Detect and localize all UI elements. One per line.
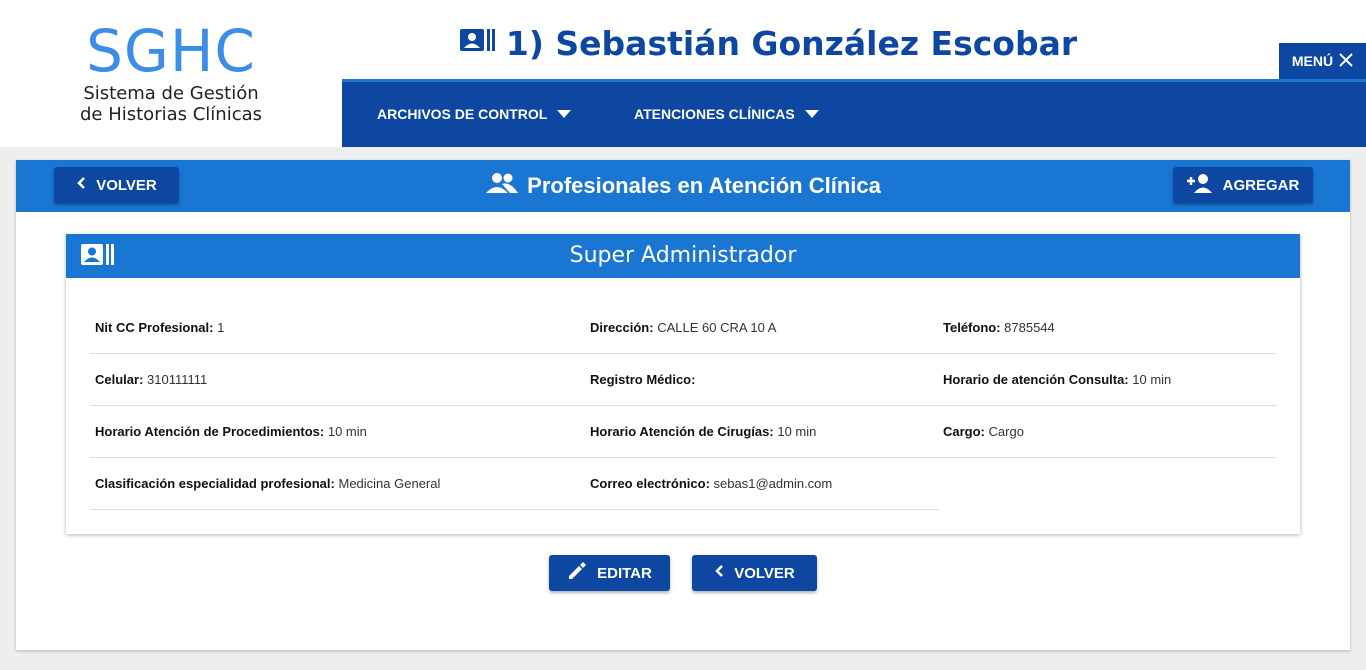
field-label: Registro Médico: [590,372,696,387]
edit-label: EDITAR [597,564,652,582]
main-navbar: ARCHIVOS DE CONTROL ATENCIONES CLÍNICAS [342,79,1366,147]
field-telefono: Teléfono: 8785544 [943,302,1055,354]
logo-subtitle: Sistema de Gestión de Historias Clínicas [0,83,342,125]
caret-down-icon [557,110,572,118]
field-horario-procedimientos: Horario Atención de Procedimientos: 10 m… [95,406,367,458]
close-icon [1339,52,1353,70]
group-icon [485,171,519,201]
field-label: Horario Atención de Cirugías: [590,424,774,439]
field-label: Correo electrónico: [590,476,710,491]
logo-subtitle-line-2: de Historias Clínicas [79,104,263,125]
add-label: AGREGAR [1222,176,1300,194]
field-value: 10 min [777,424,817,439]
field-correo: Correo electrónico: sebas1@admin.com [590,458,832,510]
field-horario-consulta: Horario de atención Consulta: 10 min [943,354,1171,406]
chevron-left-icon [76,176,86,194]
menu-button[interactable]: MENÚ [1279,43,1366,79]
logo-subtitle-line-1: Sistema de Gestión [83,83,259,104]
logo-text: SGHC [86,17,256,85]
field-horario-cirugias: Horario Atención de Cirugías: 10 min [590,406,816,458]
field-value: 310111111 [147,372,208,387]
field-value: Cargo [988,424,1024,439]
field-label: Horario Atención de Procedimientos: [95,424,325,439]
edit-button[interactable]: EDITAR [549,555,670,591]
field-value: CALLE 60 CRA 10 A [657,320,777,335]
field-registro-medico: Registro Médico: [590,354,695,406]
person-add-icon [1186,173,1213,197]
field-label: Teléfono: [943,320,1001,335]
field-direccion: Dirección: CALLE 60 CRA 10 A [590,302,776,354]
field-label: Cargo: [943,424,985,439]
page-title-text: Profesionales en Atención Clínica [527,173,881,198]
field-value: sebas1@admin.com [713,476,833,491]
nav-label: ARCHIVOS DE CONTROL [377,106,548,122]
back-label: VOLVER [734,564,795,582]
back-label: VOLVER [96,176,157,194]
chevron-left-icon [714,564,724,582]
card-header: Super Administrador [66,234,1300,278]
field-especialidad: Clasificación especialidad profesional: … [95,458,440,510]
field-nit: Nit CC Profesional: 1 [95,302,224,354]
field-cargo: Cargo: Cargo [943,406,1024,458]
field-label: Nit CC Profesional: [95,320,214,335]
caret-down-icon [804,110,819,118]
back-button-top[interactable]: VOLVER [54,167,179,203]
contact-card-icon [81,244,115,271]
field-value: Medicina General [338,476,441,491]
patient-heading: 1) Sebastián González Escobar [342,20,1195,66]
professional-card: Super Administrador Nit CC Profesional: … [66,234,1300,534]
pencil-icon [567,561,587,585]
nav-atenciones-clinicas[interactable]: ATENCIONES CLÍNICAS [634,106,819,122]
field-label: Horario de atención Consulta: [943,372,1129,387]
field-label: Dirección: [590,320,654,335]
row-divider [90,509,939,510]
field-label: Clasificación especialidad profesional: [95,476,335,491]
field-value: 8785544 [1004,320,1055,335]
main-panel: Profesionales en Atención Clínica VOLVER… [16,160,1350,650]
field-value: 1 [217,320,225,335]
add-button[interactable]: AGREGAR [1173,167,1313,203]
nav-archivos-de-control[interactable]: ARCHIVOS DE CONTROL [377,106,572,122]
logo[interactable]: SGHC Sistema de Gestión de Historias Clí… [0,0,342,147]
menu-label: MENÚ [1291,53,1334,69]
card-title: Super Administrador [569,243,797,268]
contact-card-icon [459,28,496,58]
patient-title: 1) Sebastián González Escobar [505,23,1078,63]
page-title: Profesionales en Atención Clínica [16,160,1350,212]
field-celular: Celular: 310111111 [95,354,207,406]
field-value: 10 min [327,424,367,439]
back-button-bottom[interactable]: VOLVER [692,555,817,591]
field-label: Celular: [95,372,144,387]
app-header: SGHC Sistema de Gestión de Historias Clí… [0,0,1366,147]
nav-label: ATENCIONES CLÍNICAS [634,106,795,122]
page-toolbar: Profesionales en Atención Clínica VOLVER… [16,160,1350,212]
field-value: 10 min [1132,372,1172,387]
